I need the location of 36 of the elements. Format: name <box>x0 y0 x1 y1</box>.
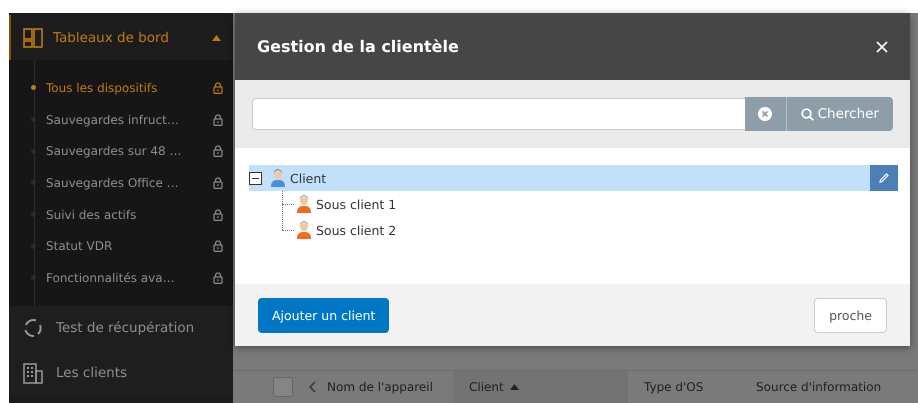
building-icon <box>22 362 44 384</box>
close-button[interactable] <box>876 40 888 52</box>
sidebar-item[interactable]: Sauvegardes infruct… <box>9 104 233 136</box>
search-icon <box>800 108 814 120</box>
person-icon <box>270 169 286 187</box>
sort-up-icon <box>510 384 519 390</box>
select-all-checkbox[interactable] <box>273 377 293 397</box>
search-button[interactable]: Chercher <box>786 97 893 131</box>
dialog-title: Gestion de la clientèle <box>257 37 459 56</box>
search-field[interactable] <box>252 98 745 130</box>
collapse-icon[interactable] <box>249 172 262 184</box>
sidebar-item[interactable]: Suivi des actifs <box>9 198 233 230</box>
add-client-button[interactable]: Ajouter un client <box>258 298 390 332</box>
sidebar-item[interactable]: Sauvegardes sur 48 … <box>9 135 233 168</box>
caret-up-icon <box>212 34 221 40</box>
close-button[interactable]: proche <box>814 298 887 332</box>
chevron-left-icon <box>309 381 317 393</box>
column-header[interactable]: Client <box>453 371 628 403</box>
tree-item[interactable]: Sous client 2 <box>296 217 898 243</box>
column-header[interactable]: Source d'information <box>740 371 898 403</box>
clear-button[interactable] <box>744 97 786 131</box>
tree-item[interactable]: Sous client 1 <box>296 191 898 217</box>
tree-item[interactable]: Client <box>249 165 898 191</box>
dashboard-icon <box>23 28 43 48</box>
sidebar-item[interactable]: Tous les dispositifs <box>9 72 233 104</box>
person-icon <box>296 221 312 239</box>
sidebar-item[interactable]: Fonctionnalités ava… <box>9 262 233 294</box>
sidebar-item[interactable]: Statut VDR <box>9 230 233 262</box>
column-header[interactable]: Nom de l'appareil <box>317 371 453 403</box>
column-header[interactable]: Type d'OS <box>628 371 740 403</box>
sidebar-item[interactable]: Sauvegardes Office … <box>9 167 233 199</box>
edit-button[interactable] <box>870 165 898 191</box>
pencil-icon <box>878 172 890 184</box>
clear-icon <box>758 107 772 121</box>
refresh-icon <box>22 317 44 340</box>
person-icon <box>296 195 312 213</box>
